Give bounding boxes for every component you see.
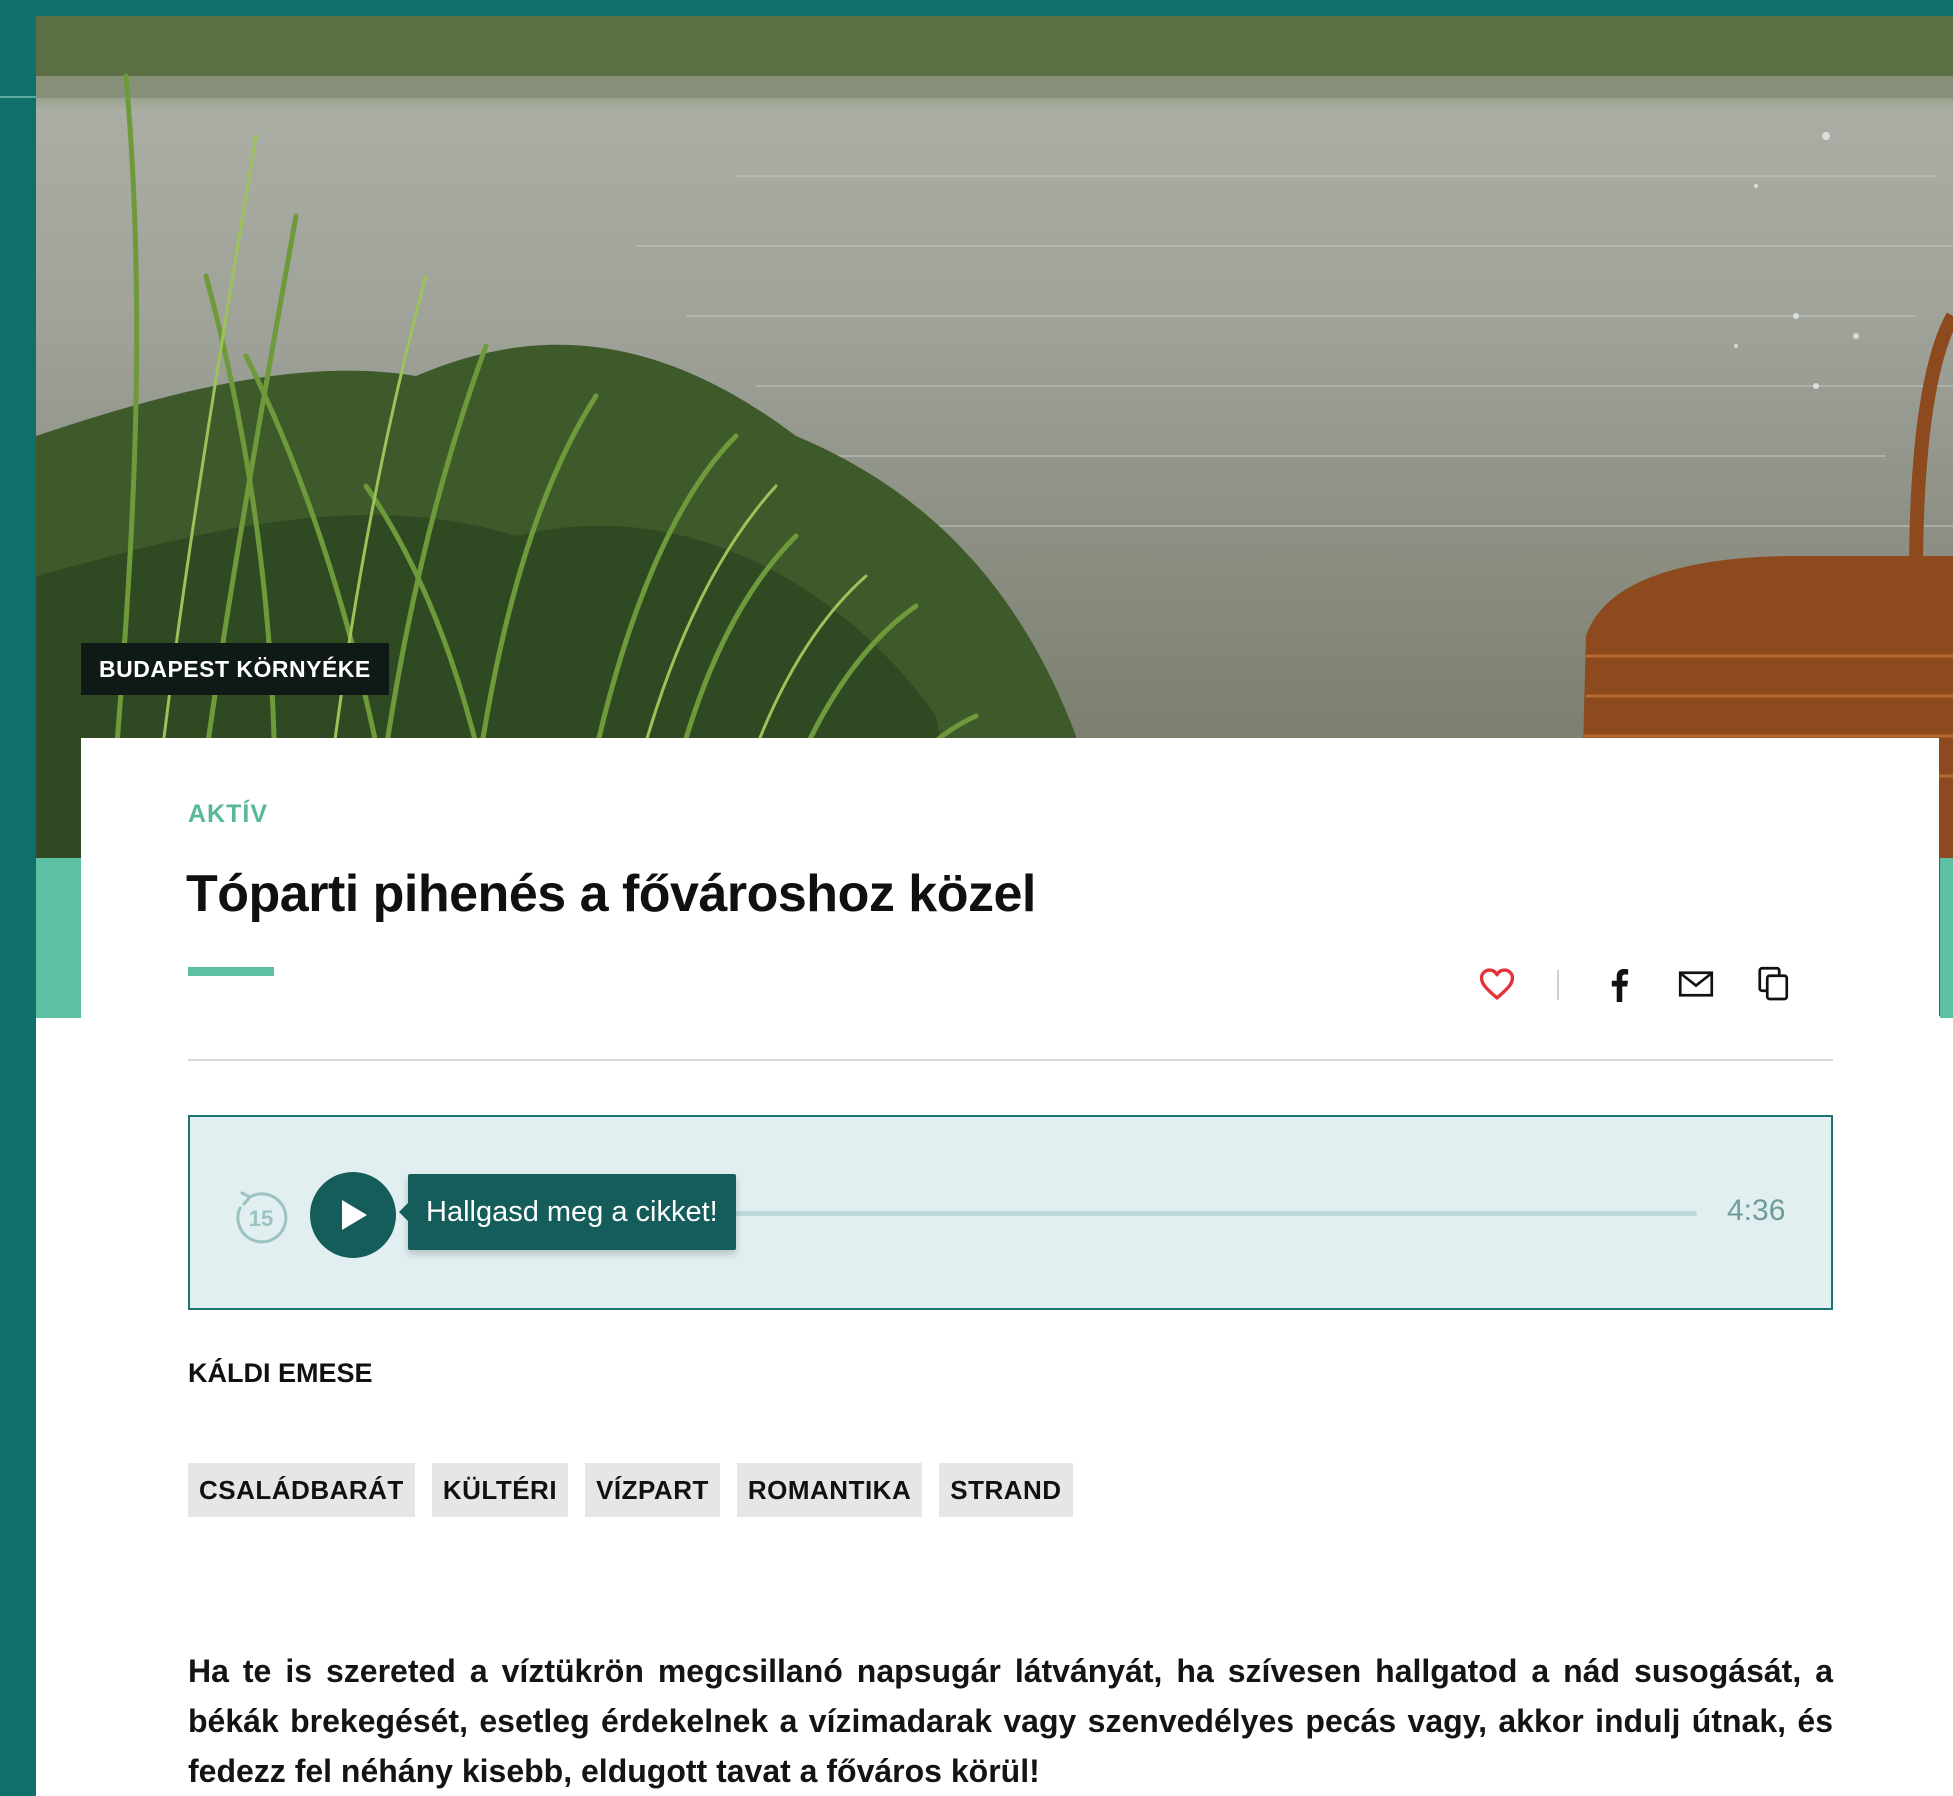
rewind-label: 15 bbox=[249, 1206, 273, 1231]
article-card: AKTÍV Tóparti pihenés a fővároshoz közel bbox=[81, 738, 1939, 1796]
copy-link-button[interactable] bbox=[1754, 964, 1794, 1004]
tag-vizpart[interactable]: VÍZPART bbox=[585, 1463, 720, 1517]
share-separator bbox=[1557, 970, 1559, 1000]
email-share-button[interactable] bbox=[1676, 964, 1716, 1004]
accent-block-right bbox=[1940, 858, 1953, 1018]
rewind-icon: 15 bbox=[236, 1191, 288, 1244]
tag-csaladbarat[interactable]: CSALÁDBARÁT bbox=[188, 1463, 415, 1517]
play-button[interactable] bbox=[310, 1172, 396, 1258]
share-actions bbox=[81, 964, 1939, 1004]
region-badge[interactable]: BUDAPEST KÖRNYÉKE bbox=[81, 643, 389, 695]
tag-kulteri[interactable]: KÜLTÉRI bbox=[431, 1463, 569, 1517]
audio-duration: 4:36 bbox=[1727, 1194, 1786, 1227]
listen-tooltip[interactable]: Hallgasd meg a cikket! bbox=[399, 1174, 736, 1250]
article-lead: Ha te is szereted a víztükrön megcsillan… bbox=[188, 1653, 1833, 1789]
tag-list: CSALÁDBARÁT KÜLTÉRI VÍZPART ROMANTIKA ST… bbox=[188, 1463, 1073, 1517]
tag-strand[interactable]: STRAND bbox=[939, 1463, 1073, 1517]
facebook-icon bbox=[1611, 968, 1629, 1002]
article-category[interactable]: AKTÍV bbox=[188, 800, 268, 829]
copy-icon bbox=[1758, 966, 1789, 1001]
heart-icon bbox=[1479, 968, 1515, 1000]
header-divider bbox=[188, 1059, 1833, 1061]
facebook-share-button[interactable] bbox=[1599, 964, 1639, 1004]
accent-block-left bbox=[36, 858, 81, 1018]
rewind-15-button[interactable]: 15 bbox=[232, 1188, 290, 1246]
favorite-button[interactable] bbox=[1477, 964, 1517, 1004]
tag-romantika[interactable]: ROMANTIKA bbox=[736, 1463, 923, 1517]
left-brand-bar bbox=[0, 0, 36, 1796]
audio-player: 15 Hallgasd meg a cikket! 4:36 bbox=[188, 1115, 1833, 1310]
author-name[interactable]: KÁLDI EMESE bbox=[188, 1358, 373, 1389]
mail-icon bbox=[1678, 971, 1714, 997]
top-brand-strip bbox=[36, 0, 1953, 16]
article-title: Tóparti pihenés a fővároshoz közel bbox=[186, 865, 1036, 923]
play-icon bbox=[342, 1200, 367, 1230]
